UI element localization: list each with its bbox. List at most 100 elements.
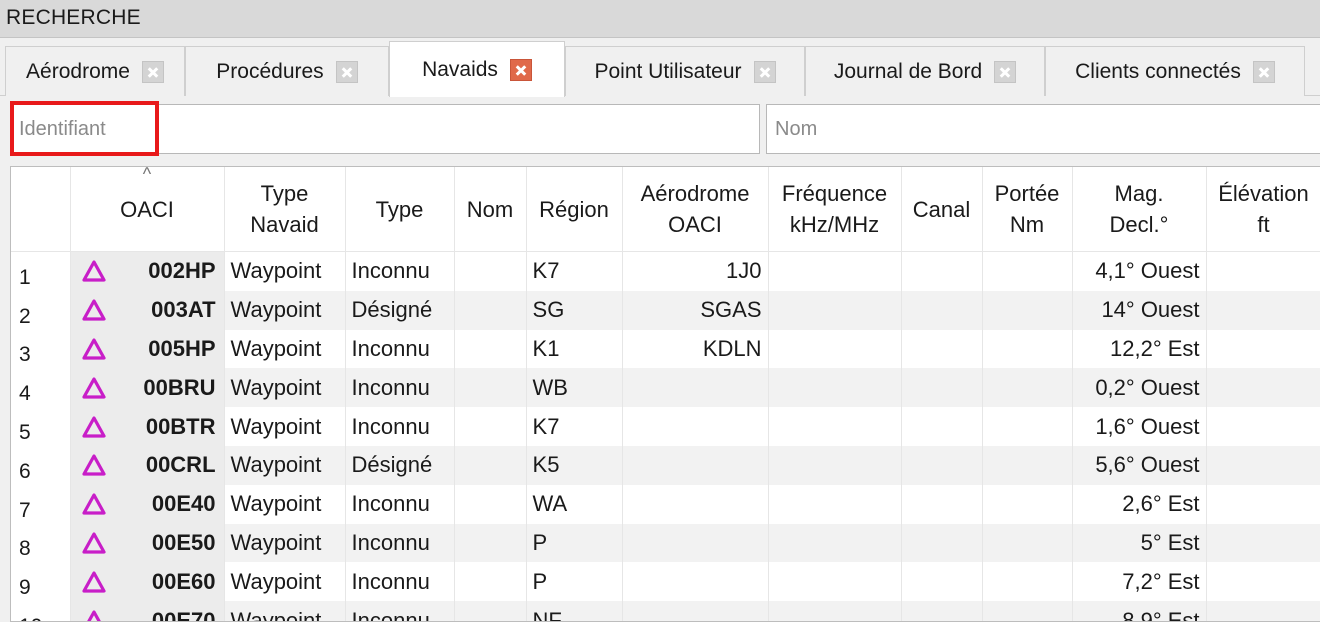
- table-row[interactable]: 3 005HP Waypoint Inconnu K1 KDLN 12,2° Est: [11, 329, 1320, 369]
- cell-elevation: [1206, 407, 1320, 446]
- header-frequence[interactable]: Fréquence kHz/MHz: [768, 167, 902, 252]
- table-row[interactable]: 1 002HP Waypoint Inconnu K7 1J0 4,1° Ouest: [11, 251, 1320, 291]
- cell-portee: [982, 368, 1073, 408]
- header-label: Fréquence kHz/MHz: [781, 181, 888, 237]
- close-icon[interactable]: [335, 60, 358, 83]
- tab-clients-connectes[interactable]: Clients connectés: [1045, 46, 1305, 96]
- cell-oaci: 00E50: [110, 523, 225, 563]
- cell-type-navaid: Waypoint: [224, 601, 346, 621]
- table-row[interactable]: 7 00E40 Waypoint Inconnu WA 2,6° Est: [11, 484, 1320, 524]
- cell-region: K7: [526, 251, 623, 291]
- header-nom[interactable]: Nom: [454, 167, 527, 252]
- table-row[interactable]: 8 00E50 Waypoint Inconnu P 5° Est: [11, 523, 1320, 563]
- cell-type: Désigné: [345, 290, 455, 330]
- cell-aerodrome-oaci: [622, 484, 769, 524]
- table-row[interactable]: 10 00E70WaypointInconnu NF 8,9° Est: [11, 601, 1320, 621]
- cell-frequence: [768, 445, 902, 485]
- nom-search-input[interactable]: [766, 104, 1320, 154]
- cell-frequence: [768, 562, 902, 602]
- cell-type: Inconnu: [345, 251, 455, 291]
- close-icon[interactable]: [1252, 60, 1275, 83]
- cell-aerodrome-oaci: [622, 445, 769, 485]
- cell-frequence: [768, 290, 902, 330]
- header-canal[interactable]: Canal: [901, 167, 983, 252]
- cell-nom: [454, 251, 527, 291]
- icon-cell: [70, 484, 110, 524]
- waypoint-triangle-icon: [81, 260, 106, 282]
- header-elevation[interactable]: Élévation ft: [1206, 167, 1320, 252]
- row-number: 5: [11, 407, 71, 446]
- close-icon[interactable]: [509, 58, 532, 81]
- cell-type: Désigné: [345, 445, 455, 485]
- identifiant-search-input[interactable]: [10, 104, 760, 154]
- cell-elevation: [1206, 329, 1320, 369]
- cell-mag-decl: 0,2° Ouest: [1072, 368, 1207, 408]
- cell-portee: [982, 290, 1073, 330]
- table-row[interactable]: 9 00E60 Waypoint Inconnu P 7,2° Est: [11, 562, 1320, 602]
- row-number: 3: [11, 329, 71, 369]
- cell-mag-decl: 1,6° Ouest: [1072, 407, 1207, 446]
- waypoint-triangle-icon: [86, 609, 101, 621]
- table-row[interactable]: 6 00CRL Waypoint Désigné K5 5,6° Ouest: [11, 445, 1320, 485]
- waypoint-triangle-icon: [81, 377, 106, 399]
- header-label: Portée Nm: [994, 181, 1060, 237]
- cell-mag-decl: 5° Est: [1072, 523, 1207, 563]
- table-row[interactable]: 2 003AT Waypoint Désigné SG SGAS 14° Ouest: [11, 290, 1320, 330]
- icon-cell: [70, 368, 110, 408]
- header-rownum: [11, 167, 71, 252]
- close-icon[interactable]: [141, 60, 164, 83]
- tab-aerodrome[interactable]: Aérodrome: [5, 46, 185, 96]
- cell-mag-decl: 14° Ouest: [1072, 290, 1207, 330]
- row-number: 4: [11, 368, 71, 408]
- row-number: 8: [11, 523, 71, 563]
- tab-navaids[interactable]: Navaids: [389, 41, 565, 97]
- cell-aerodrome-oaci: 1J0: [622, 251, 769, 291]
- cell-portee: [982, 523, 1073, 563]
- cell-nom: [454, 523, 527, 563]
- table-row[interactable]: 5 00BTR Waypoint Inconnu K7 1,6° Ouest: [11, 407, 1320, 446]
- header-label: Type: [375, 196, 424, 222]
- tab-point-utilisateur[interactable]: Point Utilisateur: [565, 46, 805, 96]
- tab-label: Procédures: [216, 59, 324, 83]
- header-mag-decl[interactable]: Mag. Decl.°: [1072, 167, 1207, 252]
- cell-oaci: 00E60: [110, 562, 225, 602]
- tab-journal-de-bord[interactable]: Journal de Bord: [805, 46, 1045, 96]
- cell-oaci: 00CRL: [110, 445, 225, 485]
- header-oaci[interactable]: ^ OACI: [70, 167, 225, 252]
- header-type[interactable]: Type: [345, 167, 455, 252]
- cell-frequence: [768, 601, 902, 621]
- waypoint-triangle-icon: [81, 493, 106, 515]
- cell-oaci: 002HP: [110, 251, 225, 291]
- header-label: Mag. Decl.°: [1109, 181, 1169, 237]
- header-portee[interactable]: Portée Nm: [982, 167, 1073, 252]
- table-row[interactable]: 4 00BRU Waypoint Inconnu WB 0,2° Ouest: [11, 368, 1320, 408]
- cell-oaci: 003AT: [110, 290, 225, 330]
- cell-nom: [454, 368, 527, 408]
- cell-type-navaid: Waypoint: [224, 368, 346, 408]
- cell-elevation: [1206, 484, 1320, 524]
- cell-frequence: [768, 523, 902, 563]
- cell-canal: [901, 562, 983, 602]
- close-icon[interactable]: [994, 60, 1017, 83]
- header-aerodrome-oaci[interactable]: Aérodrome OACI: [622, 167, 769, 252]
- cell-elevation: [1206, 523, 1320, 563]
- panel-title: RECHERCHE: [6, 6, 141, 29]
- header-type-navaid[interactable]: Type Navaid: [224, 167, 346, 252]
- icon-cell: [70, 601, 110, 621]
- tab-label: Aérodrome: [26, 59, 130, 83]
- cell-type-navaid: Waypoint: [224, 484, 346, 524]
- cell-frequence: [768, 484, 902, 524]
- row-number: 6: [11, 445, 71, 485]
- header-region[interactable]: Région: [526, 167, 623, 252]
- cell-canal: [901, 251, 983, 291]
- icon-cell: [70, 562, 110, 602]
- cell-portee: [982, 601, 1073, 621]
- header-label: OACI: [120, 196, 174, 222]
- cell-nom: [454, 484, 527, 524]
- row-number: 2: [11, 290, 71, 330]
- tab-procedures[interactable]: Procédures: [185, 46, 389, 96]
- cell-aerodrome-oaci: [622, 601, 769, 621]
- header-label: Élévation ft: [1218, 181, 1309, 237]
- close-icon[interactable]: [753, 60, 776, 83]
- cell-type-navaid: Waypoint: [224, 329, 346, 369]
